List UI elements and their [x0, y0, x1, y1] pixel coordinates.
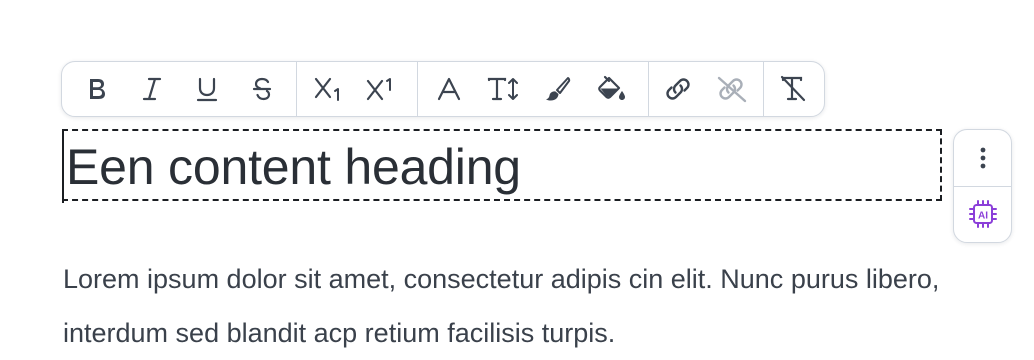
toolbar-group-link [649, 62, 764, 116]
ai-chip-icon: AI [968, 200, 997, 229]
underline-icon [196, 77, 218, 102]
font-size-button[interactable] [476, 68, 530, 110]
link-icon [666, 78, 690, 100]
superscript-button[interactable] [355, 68, 407, 110]
toolbar-group-clear [764, 62, 824, 116]
fill-color-icon [598, 75, 625, 100]
subscript-button[interactable] [303, 68, 355, 110]
editor-canvas: Een content heading AI Lorem ipsum dolor… [0, 0, 1034, 360]
ai-assistant-button[interactable]: AI [954, 185, 1011, 243]
unlink-icon [717, 76, 747, 103]
bold-icon [90, 79, 105, 99]
subscript-icon [314, 77, 339, 101]
paint-brush-button[interactable] [530, 68, 584, 110]
font-size-icon [487, 77, 518, 101]
fill-color-button[interactable] [584, 68, 638, 110]
heading-block-selected[interactable]: Een content heading [62, 129, 942, 203]
superscript-icon [366, 78, 391, 101]
underline-button[interactable] [184, 68, 230, 110]
link-button[interactable] [651, 68, 705, 110]
more-options-button[interactable] [954, 130, 1011, 186]
toolbar-group-script [297, 62, 418, 116]
strikethrough-button[interactable] [239, 68, 285, 110]
formatting-toolbar [61, 61, 825, 117]
bold-button[interactable] [74, 68, 120, 110]
ai-label: AI [978, 211, 988, 222]
toolbar-group-font [418, 62, 649, 116]
toolbar-group-text-style [62, 62, 297, 116]
italic-icon [142, 77, 162, 101]
font-icon [437, 77, 461, 101]
italic-button[interactable] [129, 68, 175, 110]
unlink-button[interactable] [705, 68, 759, 110]
clear-format-button[interactable] [766, 68, 820, 110]
strikethrough-icon [252, 77, 272, 101]
body-paragraph[interactable]: Lorem ipsum dolor sit amet, consectetur … [63, 252, 963, 360]
block-side-actions: AI [953, 129, 1012, 243]
font-button[interactable] [422, 68, 476, 110]
vertical-dots-icon [980, 147, 985, 169]
content-heading[interactable]: Een content heading [66, 137, 521, 197]
clear-format-icon [780, 75, 806, 102]
paint-brush-icon [546, 77, 571, 101]
